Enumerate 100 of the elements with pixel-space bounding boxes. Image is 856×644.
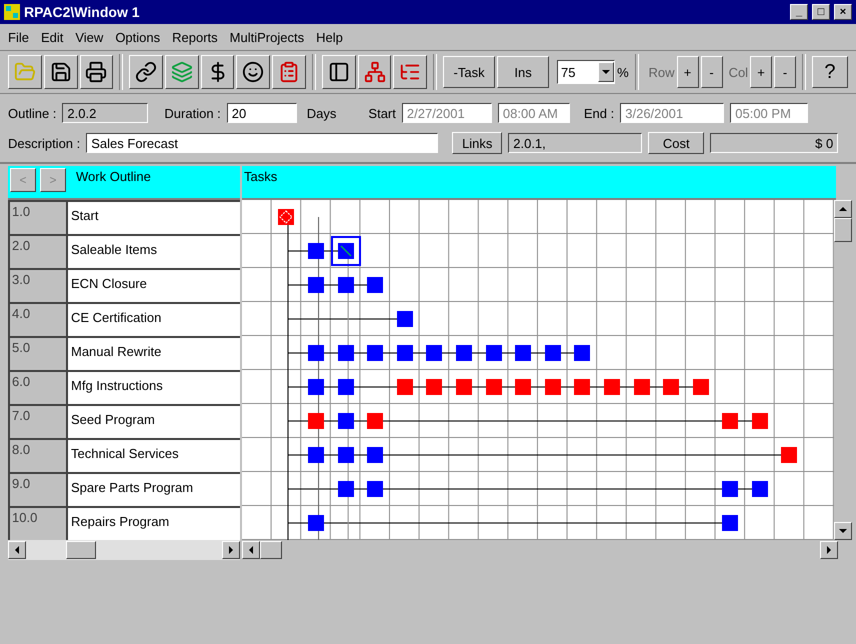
outline-field[interactable]: 2.0.2 [62, 103, 148, 123]
scroll-thumb[interactable] [66, 541, 96, 559]
task-marker[interactable] [367, 447, 384, 463]
task-marker[interactable] [692, 379, 709, 395]
scroll-thumb[interactable] [834, 218, 852, 242]
task-marker[interactable] [781, 447, 798, 463]
menu-item[interactable]: MultiProjects [230, 30, 304, 44]
duration-field[interactable]: 20 [226, 103, 297, 123]
task-name[interactable]: Technical Services [66, 440, 240, 472]
task-marker[interactable] [544, 379, 561, 395]
task-name[interactable]: CE Certification [66, 304, 240, 336]
task-marker[interactable] [367, 345, 384, 361]
task-marker[interactable] [338, 447, 354, 463]
menu-item[interactable]: Options [115, 30, 160, 44]
links-button[interactable]: Links [452, 132, 502, 154]
window-control-button[interactable]: _ [790, 4, 808, 20]
task-marker[interactable] [544, 345, 561, 361]
task-marker[interactable] [338, 277, 354, 293]
task-marker[interactable] [486, 379, 502, 395]
toolbar-button[interactable] [358, 55, 392, 89]
task-name[interactable]: Saleable Items [66, 236, 240, 268]
task-marker[interactable] [367, 413, 384, 429]
time-field[interactable]: 08:00 AM [498, 103, 570, 123]
zoom-dropdown[interactable]: 75 [557, 60, 616, 84]
task-name[interactable]: ECN Closure [66, 270, 240, 302]
links-field[interactable]: 2.0.1, [508, 133, 642, 153]
milestone-marker[interactable] [278, 209, 294, 225]
task-marker[interactable] [396, 345, 413, 361]
task-marker[interactable] [338, 413, 354, 429]
task-marker[interactable] [456, 379, 472, 395]
time-field[interactable]: 05:00 PM [730, 103, 808, 123]
task-marker[interactable] [308, 447, 324, 463]
horizontal-scrollbar[interactable] [8, 540, 240, 560]
task-marker[interactable] [722, 515, 738, 531]
date-field[interactable]: 2/27/2001 [402, 103, 492, 123]
task-marker[interactable] [574, 379, 590, 395]
task-marker[interactable] [367, 481, 384, 497]
step-button[interactable]: - [700, 56, 723, 88]
task-marker[interactable] [338, 379, 354, 395]
toolbar-button[interactable] [129, 55, 163, 89]
menu-item[interactable]: Reports [172, 30, 218, 44]
task-marker[interactable] [604, 379, 620, 395]
task-marker[interactable] [722, 413, 738, 429]
toolbar-button[interactable] [44, 55, 78, 89]
cost-button[interactable]: Cost [648, 132, 704, 154]
task-marker[interactable] [308, 277, 324, 293]
task-marker[interactable] [308, 413, 324, 429]
window-control-button[interactable]: × [834, 4, 852, 20]
task-marker[interactable] [426, 345, 442, 361]
step-button[interactable]: + [750, 56, 772, 88]
task-marker[interactable] [456, 345, 472, 361]
task-marker[interactable] [515, 345, 532, 361]
task-marker[interactable] [367, 277, 384, 293]
toolbar-button[interactable] [322, 55, 356, 89]
toolbar-button[interactable]: -Task [443, 56, 496, 88]
task-name[interactable]: Spare Parts Program [66, 474, 240, 506]
help-button[interactable]: ? [812, 56, 848, 88]
task-name[interactable]: Start [66, 202, 240, 234]
task-name[interactable]: Seed Program [66, 406, 240, 438]
task-marker[interactable] [752, 413, 768, 429]
description-field[interactable]: Sales Forecast [86, 133, 438, 153]
task-name[interactable]: Repairs Program [66, 508, 240, 540]
toolbar-button[interactable] [272, 55, 306, 89]
task-marker[interactable] [722, 481, 738, 497]
task-marker[interactable] [752, 481, 768, 497]
task-marker[interactable] [308, 243, 324, 259]
selected-task-frame[interactable] [330, 236, 361, 266]
task-name[interactable]: Mfg Instructions [66, 372, 240, 404]
task-marker[interactable] [338, 345, 354, 361]
step-button[interactable]: + [676, 56, 699, 88]
toolbar-button[interactable] [393, 55, 428, 89]
task-marker[interactable] [308, 515, 324, 531]
toolbar-button[interactable] [164, 55, 199, 89]
toolbar-button[interactable] [200, 55, 234, 89]
step-button[interactable]: - [774, 56, 796, 88]
menu-item[interactable]: File [8, 30, 29, 44]
task-marker[interactable] [634, 379, 650, 395]
task-marker[interactable] [515, 379, 532, 395]
task-marker[interactable] [574, 345, 590, 361]
cost-field[interactable]: $ 0 [710, 133, 838, 153]
task-marker[interactable] [396, 311, 413, 327]
toolbar-button[interactable]: Ins [497, 56, 550, 88]
task-marker[interactable] [308, 379, 324, 395]
date-field[interactable]: 3/26/2001 [620, 103, 724, 123]
window-control-button[interactable]: □ [812, 4, 830, 20]
task-marker[interactable] [426, 379, 442, 395]
task-marker[interactable] [396, 379, 413, 395]
task-marker[interactable] [308, 345, 324, 361]
vertical-scrollbar[interactable] [834, 200, 852, 540]
task-marker[interactable] [663, 379, 680, 395]
toolbar-button[interactable] [236, 55, 270, 89]
menu-item[interactable]: Help [316, 30, 343, 44]
scroll-thumb[interactable] [260, 541, 282, 559]
task-marker[interactable] [486, 345, 502, 361]
menu-item[interactable]: Edit [40, 30, 64, 44]
toolbar-button[interactable] [8, 55, 42, 89]
toolbar-button[interactable] [80, 55, 114, 89]
task-marker[interactable] [338, 481, 354, 497]
menu-item[interactable]: View [75, 30, 104, 44]
task-marker[interactable] [338, 243, 354, 259]
